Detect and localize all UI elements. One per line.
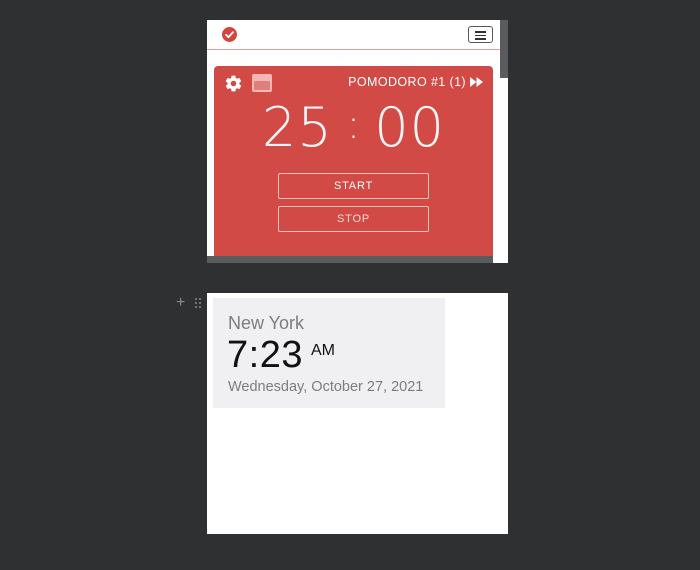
drag-handle-icon[interactable] xyxy=(195,298,202,309)
stop-button[interactable]: STOP xyxy=(278,206,429,232)
pomodoro-card: POMODORO #1 (1) 25 : 00 START STOP xyxy=(214,66,493,258)
session-label: POMODORO #1 (1) xyxy=(348,75,466,89)
time-value: 7:23 xyxy=(227,334,303,376)
embed-horizontal-scrollbar[interactable] xyxy=(207,256,493,263)
embed-scrollbar-thumb[interactable] xyxy=(500,20,508,78)
block-controls: + xyxy=(176,295,206,312)
pomodoro-embed: POMODORO #1 (1) 25 : 00 START STOP xyxy=(207,20,508,263)
fast-forward-icon[interactable] xyxy=(470,76,484,88)
plus-icon[interactable]: + xyxy=(176,295,188,311)
city-name: New York xyxy=(228,313,305,333)
window-icon[interactable] xyxy=(252,74,272,92)
pomodoro-topbar xyxy=(207,20,500,50)
time-ampm: AM xyxy=(310,342,335,359)
start-button[interactable]: START xyxy=(278,173,429,199)
time-row: 7:23 AM xyxy=(227,334,335,377)
timer-display: 25 : 00 xyxy=(214,92,493,162)
check-circle-icon[interactable] xyxy=(222,27,237,42)
date-text: Wednesday, October 27, 2021 xyxy=(228,379,424,395)
clock-card: New York 7:23 AM Wednesday, October 27, … xyxy=(213,298,445,408)
editor-canvas: POMODORO #1 (1) 25 : 00 START STOP + New… xyxy=(0,0,700,570)
timer-separator: : xyxy=(346,102,361,148)
clock-embed: New York 7:23 AM Wednesday, October 27, … xyxy=(207,293,508,534)
timer-seconds: 00 xyxy=(374,95,445,159)
gear-icon[interactable] xyxy=(224,74,243,93)
timer-minutes: 25 xyxy=(262,95,333,159)
hamburger-menu-icon[interactable] xyxy=(468,26,493,43)
